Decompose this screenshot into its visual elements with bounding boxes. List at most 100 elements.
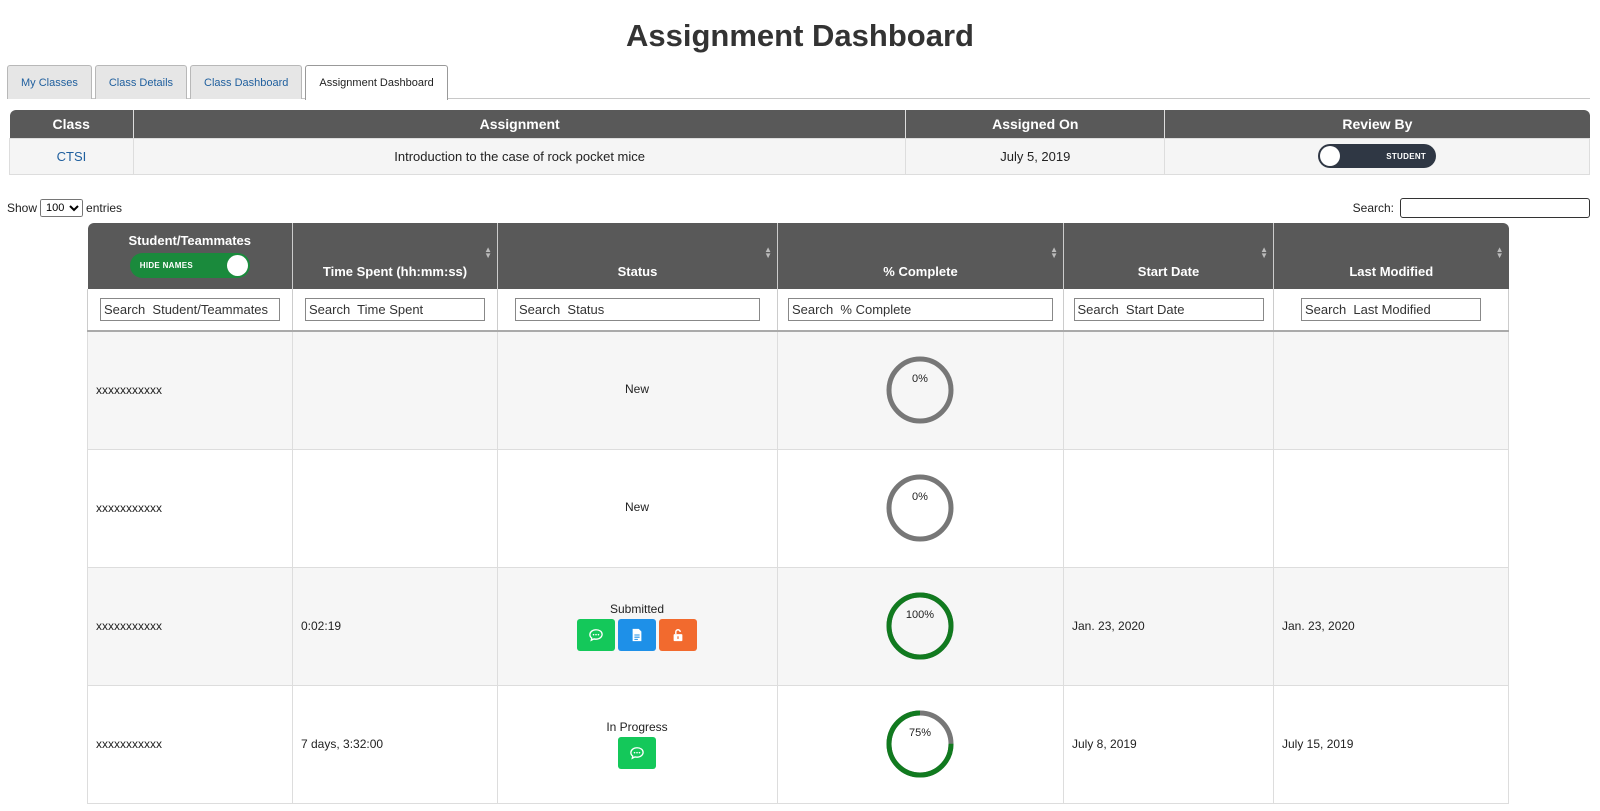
progress-ring: 75% [886, 710, 954, 778]
last-modified: Jan. 23, 2020 [1273, 567, 1509, 686]
entries-label: entries [86, 201, 123, 215]
time-spent-filter-input[interactable] [305, 298, 485, 321]
start-date-filter-input[interactable] [1073, 298, 1264, 321]
sort-icon[interactable]: ▲ ▼ [484, 246, 492, 260]
time-spent: 0:02:19 [292, 567, 498, 686]
tab-bar: My Classes Class Details Class Dashboard… [7, 65, 1590, 100]
class-cell: CTSI [9, 137, 134, 175]
progress-ring: 0% [886, 356, 954, 424]
progress-label: 75% [909, 727, 931, 739]
entries-select[interactable]: 100 [40, 199, 84, 217]
document-button[interactable] [618, 618, 656, 651]
action-buttons [577, 618, 697, 651]
filter-cell [1063, 289, 1274, 332]
tab-class-dashboard[interactable]: Class Dashboard [190, 65, 303, 99]
students-table-wrap: Student/Teammates HIDE NAMES Time Spent … [87, 223, 1509, 804]
complete-cell: 0% [777, 449, 1064, 568]
table-row: xxxxxxxxxxx New 0% [87, 449, 1509, 568]
time-spent-header-label: Time Spent (hh:mm:ss) [322, 264, 468, 279]
time-spent [292, 331, 498, 450]
last-modified [1273, 449, 1509, 568]
status-filter-input[interactable] [515, 298, 760, 321]
last-modified-filter-input[interactable] [1301, 298, 1481, 321]
student-name: xxxxxxxxxxx [87, 331, 293, 450]
progress-ring-track [886, 474, 954, 542]
tab-class-details[interactable]: Class Details [94, 65, 188, 99]
class-link[interactable]: CTSI [57, 149, 87, 164]
status-text: New [624, 381, 649, 396]
review-by-toggle[interactable]: STUDENT [1318, 144, 1437, 168]
sort-icon[interactable]: ▲ ▼ [1050, 246, 1058, 260]
student-header: Student/Teammates HIDE NAMES [87, 223, 293, 289]
status-header-label: Status [617, 264, 658, 279]
filter-cell [87, 289, 293, 332]
status-cell: In Progress [497, 685, 778, 804]
unlock-icon [671, 628, 685, 642]
sort-icon[interactable]: ▲ ▼ [764, 246, 772, 260]
filter-cell [777, 289, 1064, 332]
filter-cell [1273, 289, 1509, 332]
page-title: Assignment Dashboard [626, 18, 974, 53]
review-toggle-label: STUDENT [1386, 151, 1427, 161]
assigned-on-header: Assigned On [905, 110, 1166, 138]
status-cell: New [497, 449, 778, 568]
comment-button[interactable] [618, 736, 656, 769]
status-text: In Progress [606, 719, 668, 734]
status-text: New [624, 499, 649, 514]
start-date-header-label: Start Date [1137, 264, 1200, 279]
review-by-cell: STUDENT [1164, 137, 1590, 175]
last-modified [1273, 331, 1509, 450]
progress-label: 0% [912, 491, 928, 503]
filter-cell [497, 289, 778, 332]
time-spent: 7 days, 3:32:00 [292, 685, 498, 804]
global-search: Search: [1353, 198, 1590, 218]
assigned-on-date: July 5, 2019 [905, 137, 1166, 175]
unlock-button[interactable] [659, 618, 697, 651]
status-text: Submitted [609, 601, 665, 616]
start-date-header[interactable]: Start Date ▲ ▼ [1063, 223, 1274, 289]
assignment-header: Assignment [133, 110, 907, 138]
start-date: July 8, 2019 [1063, 685, 1274, 804]
tab-my-classes[interactable]: My Classes [7, 65, 92, 99]
student-name: xxxxxxxxxxx [87, 567, 293, 686]
student-header-label: Student/Teammates [128, 233, 252, 248]
complete-filter-input[interactable] [788, 298, 1053, 321]
hide-names-toggle[interactable]: HIDE NAMES [129, 253, 250, 278]
status-header[interactable]: Status ▲ ▼ [497, 223, 778, 289]
progress-ring-fill [886, 592, 954, 660]
show-entries-control: Show 100 entries [7, 199, 122, 217]
sort-icon[interactable]: ▲ ▼ [1260, 246, 1268, 260]
comment-icon [630, 746, 644, 760]
progress-label: 0% [912, 373, 928, 385]
complete-header[interactable]: % Complete ▲ ▼ [777, 223, 1064, 289]
hide-names-label: HIDE NAMES [139, 261, 193, 270]
student-name: xxxxxxxxxxx [87, 685, 293, 804]
tab-assignment-dashboard[interactable]: Assignment Dashboard [305, 65, 448, 100]
student-name: xxxxxxxxxxx [87, 449, 293, 568]
sort-icon[interactable]: ▲ ▼ [1496, 246, 1504, 260]
last-modified-header-label: Last Modified [1349, 264, 1434, 279]
review-by-header: Review By [1164, 110, 1590, 138]
start-date [1063, 331, 1274, 450]
last-modified: July 15, 2019 [1273, 685, 1509, 804]
toggle-knob [1320, 146, 1341, 166]
complete-cell: 100% [777, 567, 1064, 686]
student-filter-input[interactable] [100, 298, 280, 321]
search-input[interactable] [1400, 198, 1590, 218]
complete-header-label: % Complete [883, 264, 958, 279]
comment-button[interactable] [577, 618, 615, 651]
status-cell: New [497, 331, 778, 450]
filter-row [87, 289, 1509, 332]
time-spent-header[interactable]: Time Spent (hh:mm:ss) ▲ ▼ [292, 223, 498, 289]
document-icon [630, 628, 644, 642]
progress-ring: 100% [886, 592, 954, 660]
student-rows: xxxxxxxxxxx New 0% xxxxxxxxxxx New 0% xxxxxxxx… [87, 331, 1509, 804]
class-info-table: Class Assignment Assigned On Review By C… [9, 110, 1590, 175]
last-modified-header[interactable]: Last Modified ▲ ▼ [1273, 223, 1509, 289]
complete-cell: 0% [777, 331, 1064, 450]
filter-cell [292, 289, 498, 332]
comment-icon [589, 628, 603, 642]
show-label: Show [7, 201, 38, 215]
complete-cell: 75% [777, 685, 1064, 804]
assignment-name: Introduction to the case of rock pocket … [132, 137, 907, 175]
